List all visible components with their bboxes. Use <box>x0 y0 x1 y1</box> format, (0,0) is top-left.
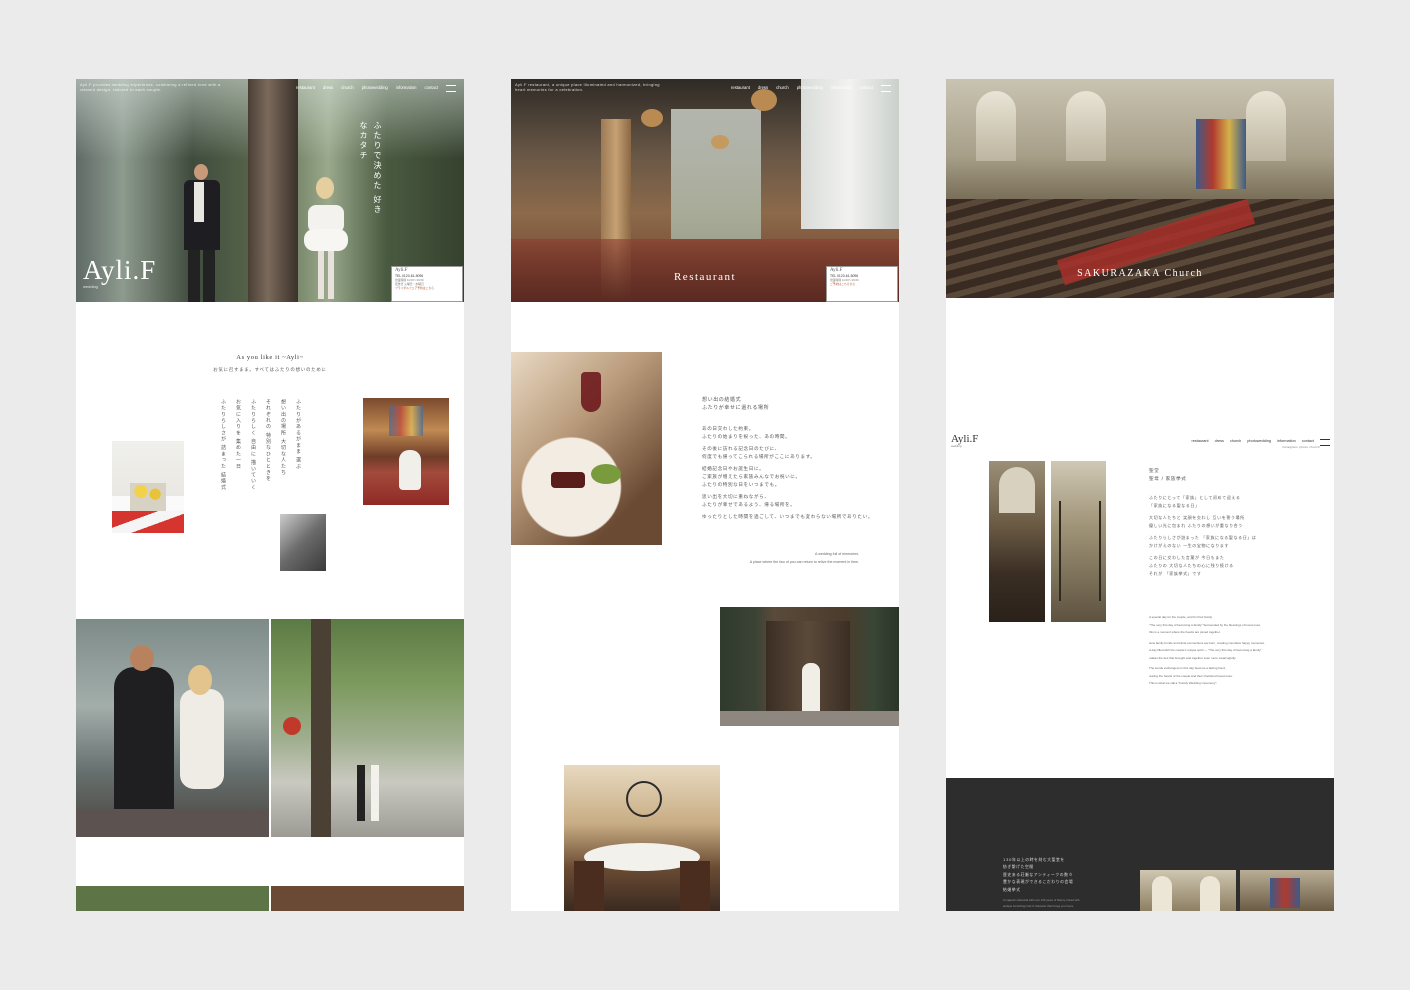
menu-icon[interactable] <box>446 85 456 92</box>
photo-couple-yellow-flowers <box>112 441 184 533</box>
hero-intro-text: Ayli.F restaurant, a unique place illumi… <box>515 82 660 92</box>
main-nav: restaurant dress church photowedding inf… <box>731 85 891 92</box>
nav-photowedding[interactable]: photowedding <box>362 85 388 92</box>
restaurant-title: 想い出の結婚式 ふたりが幸せに還れる場所 <box>702 397 770 411</box>
menu-icon[interactable] <box>881 85 891 92</box>
nav-restaurant[interactable]: restaurant <box>731 85 750 92</box>
photo-dish-wine <box>511 352 662 545</box>
restaurant-body: あの日交わした約束。 ふたりの始まりを祝った、あの時間。 その後に訪れる記念日の… <box>702 427 873 520</box>
hero-tagline: ふたりで決めた 好きなカタチ <box>359 121 382 215</box>
groom-figure <box>180 164 222 302</box>
hero-photo-church-interior: SAKURAZAKA Church <box>946 79 1334 298</box>
brand-logo[interactable]: Ayli.F wedding <box>951 433 978 448</box>
church-body: ふたりにとって「家族」として初めて迎える 「家族になる聖なる日」 大切な人たちと… <box>1149 495 1257 576</box>
nav-dress[interactable]: dress <box>1215 439 1224 446</box>
page-preview-home: Ayli.F provides wedding experience, comb… <box>76 79 464 911</box>
nav-contact[interactable]: contact <box>424 85 438 92</box>
photo-bottom-left <box>76 886 269 911</box>
nav-restaurant[interactable]: restaurant <box>1191 439 1208 446</box>
photo-tree-street <box>271 619 464 837</box>
hero-title: SAKURAZAKA Church <box>1077 268 1203 279</box>
photo-bottom-right <box>271 886 464 911</box>
nav-sub-links[interactable]: instagram photo church <box>1282 445 1320 449</box>
restaurant-caption: A wedding full of memories. A place wher… <box>749 552 859 564</box>
fair-banner[interactable]: Ayli.F TEL 0120-61-5096 営業時間 11:00〜19:00… <box>391 266 463 302</box>
photo-church-arches <box>1140 870 1236 911</box>
nav-church[interactable]: church <box>776 85 789 92</box>
nav-photowedding[interactable]: photowedding <box>797 85 823 92</box>
page-preview-restaurant: Ayli.F restaurant, a unique place illumi… <box>511 79 899 911</box>
photo-church-aisle <box>363 398 449 505</box>
nav-church[interactable]: church <box>341 85 354 92</box>
photo-couple-sitting <box>76 619 269 837</box>
tree-trunk <box>248 79 298 302</box>
photo-private-dining <box>564 765 720 911</box>
intro-subtitle: お気に召すまま。すべてはふたりの想いのために <box>213 368 327 373</box>
nav-photowedding[interactable]: photowedding <box>1247 439 1271 446</box>
hero-photo-restaurant: Ayli.F restaurant, a unique place illumi… <box>511 79 899 302</box>
nav-dress[interactable]: dress <box>323 85 333 92</box>
hero-intro-text: Ayli.F provides wedding experience, comb… <box>80 82 221 92</box>
brand-logo[interactable]: Ayli.F wedding <box>83 255 156 289</box>
nav-contact[interactable]: contact <box>859 85 873 92</box>
intro-title: As you like it ~Ayli~ <box>236 354 304 361</box>
fair-banner[interactable]: Ayli.F TEL 0120-61-5096 営業時間 11:00〜19:00… <box>826 266 898 302</box>
bride-figure <box>304 177 348 302</box>
nav-church[interactable]: church <box>1230 439 1241 446</box>
nav-information[interactable]: information <box>396 85 417 92</box>
dark-feature-section: 130年以上の時を刻む大聖堂を 紡ぎ繋げた空間 歴史ある荘厳なアンティークの数々… <box>946 778 1334 911</box>
hero-photo-couple-street: Ayli.F provides wedding experience, comb… <box>76 79 464 302</box>
photo-building-bw <box>280 514 326 571</box>
dark-section-text: 130年以上の時を刻む大聖堂を 紡ぎ繋げた空間 歴史ある荘厳なアンティークの数々… <box>1003 857 1080 909</box>
menu-icon[interactable] <box>1320 439 1330 446</box>
photo-bride-wooden-door <box>720 607 899 726</box>
photo-church-altar <box>1240 870 1334 911</box>
main-nav: restaurant dress church photowedding inf… <box>296 85 456 92</box>
nav-information[interactable]: information <box>831 85 852 92</box>
photo-church-pews <box>989 461 1045 622</box>
church-english-body: A special day for the couple, and for th… <box>1149 615 1265 685</box>
church-title: 聖堂 聖母 / 家族挙式 <box>1149 469 1187 482</box>
page-preview-church: SAKURAZAKA Church Ayli.F wedding restaur… <box>946 79 1334 911</box>
intro-vertical-text: ふたりがあるがまま 選ぶ 想い出の場所 大切な人たち それぞれの 特別なひととき… <box>220 399 300 491</box>
nav-dress[interactable]: dress <box>758 85 768 92</box>
photo-chandelier <box>1051 461 1106 622</box>
nav-restaurant[interactable]: restaurant <box>296 85 315 92</box>
